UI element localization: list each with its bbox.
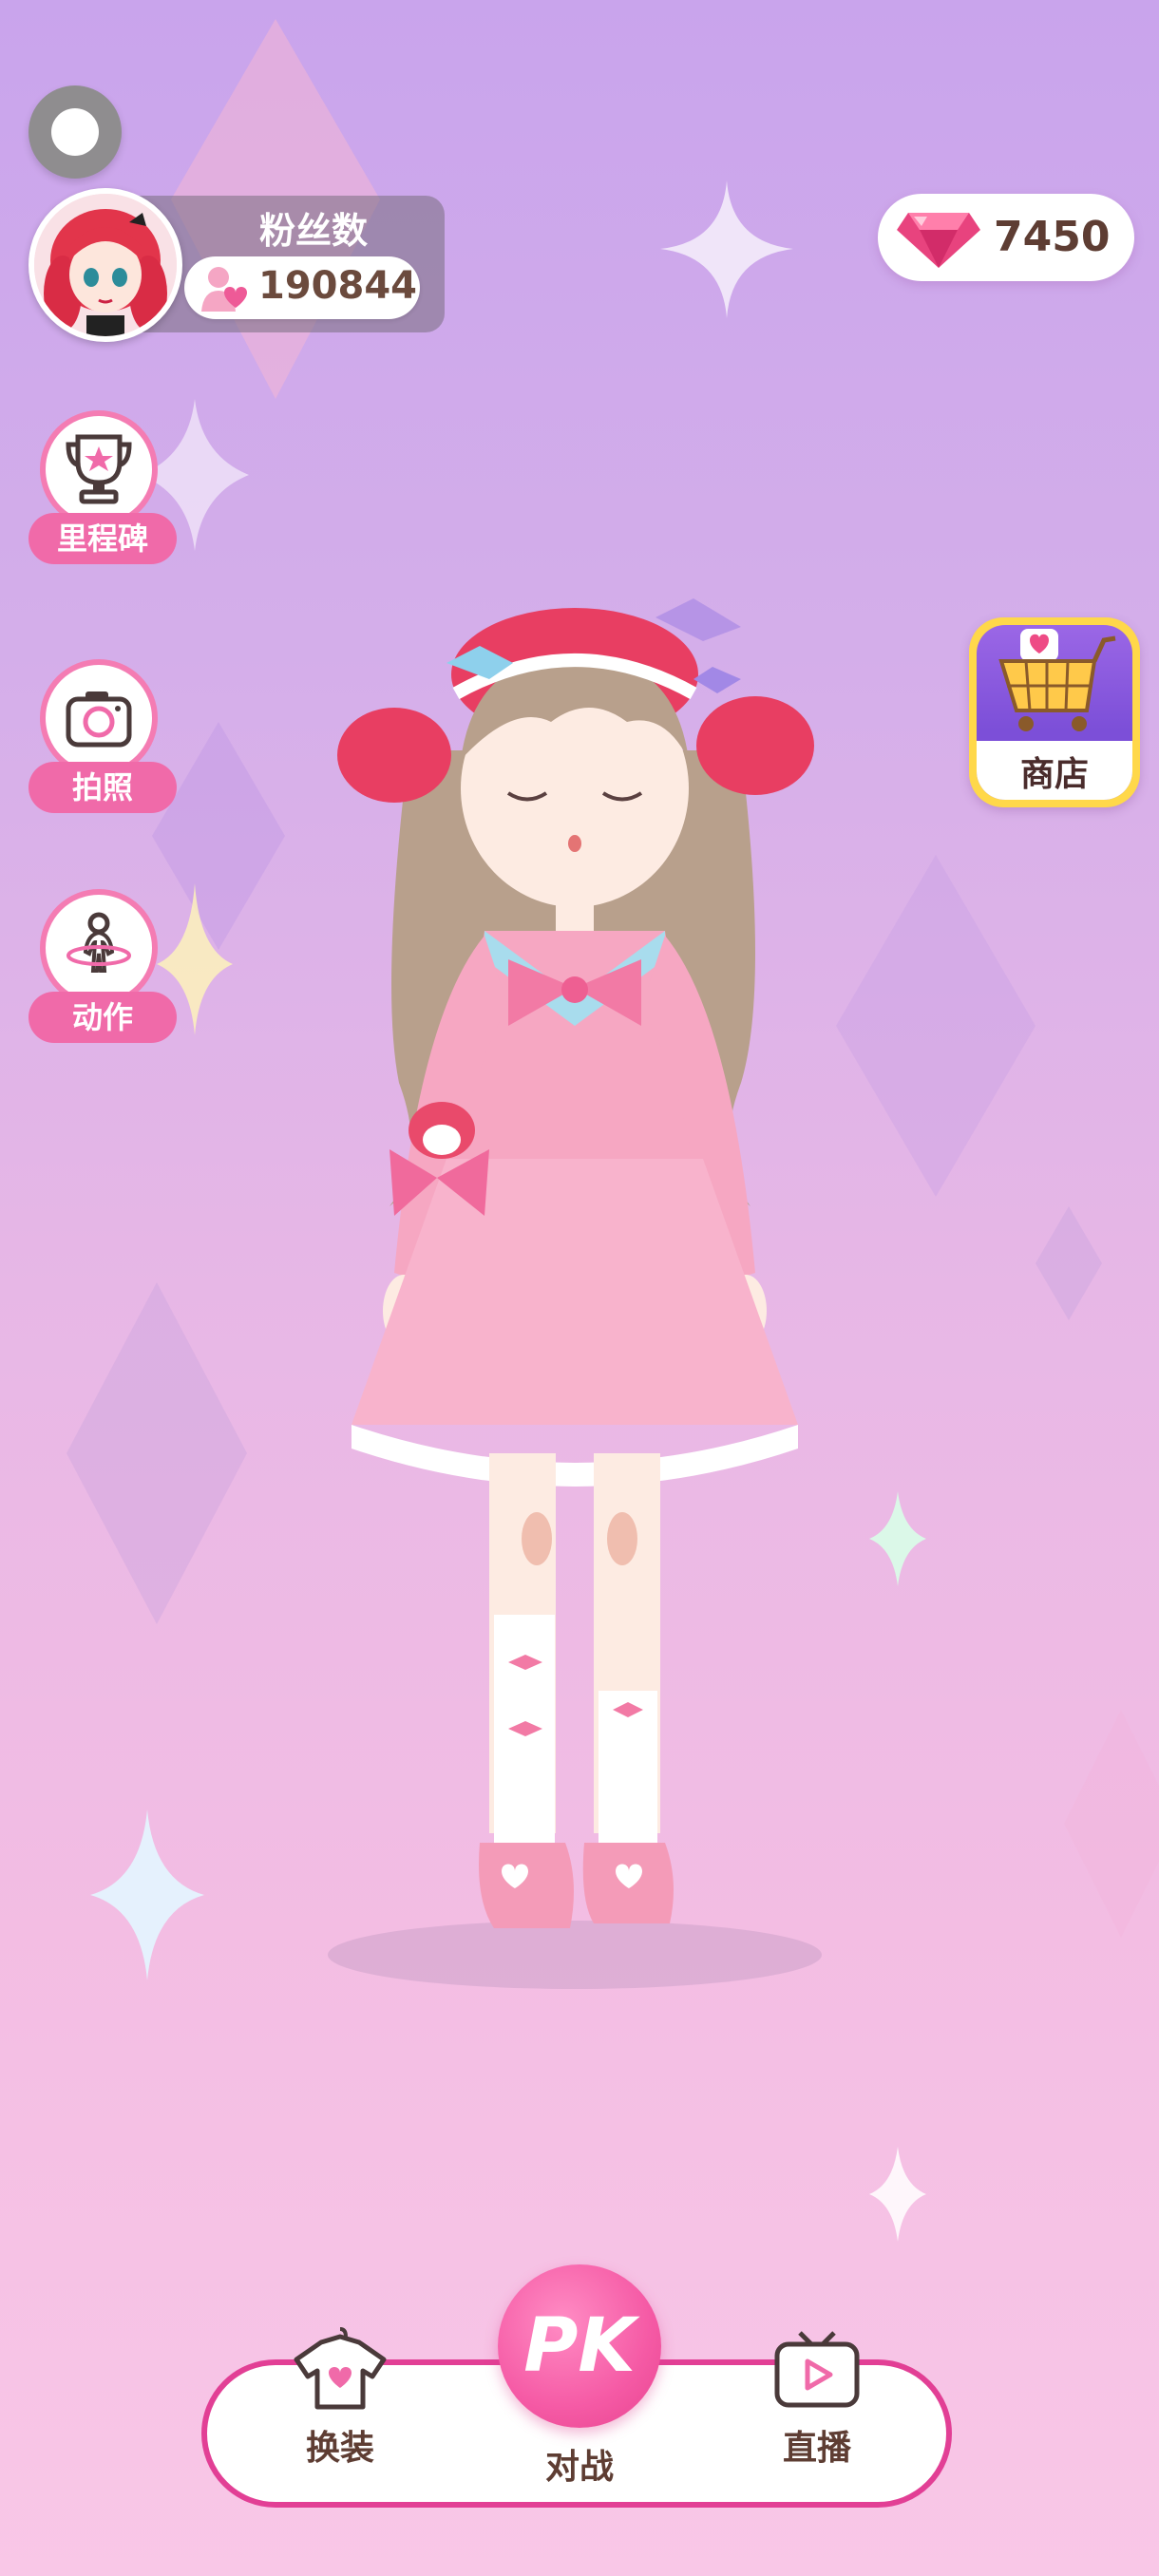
shop-label: 商店 bbox=[1019, 755, 1089, 794]
pose-label: 动作 bbox=[28, 992, 177, 1043]
character-doll[interactable] bbox=[304, 589, 846, 2014]
fans-count-pill: 190844 bbox=[184, 256, 420, 319]
shopping-cart-icon bbox=[998, 629, 1116, 731]
fans-count: 190844 bbox=[258, 264, 417, 308]
photo-label: 拍照 bbox=[28, 762, 177, 813]
camera-icon bbox=[66, 691, 132, 748]
tv-play-icon bbox=[774, 2331, 860, 2408]
fans-title: 粉丝数 bbox=[258, 210, 368, 252]
player-avatar[interactable] bbox=[28, 188, 182, 342]
settings-icon bbox=[51, 108, 99, 156]
battle-label: 对战 bbox=[544, 2448, 614, 2487]
live-stream-button[interactable]: 直播 bbox=[750, 2325, 884, 2506]
trophy-icon bbox=[66, 434, 132, 504]
gem-count: 7450 bbox=[994, 213, 1111, 261]
dress-up-button[interactable]: 换装 bbox=[274, 2325, 407, 2506]
dress-up-label: 换装 bbox=[305, 2429, 374, 2468]
shop-button[interactable]: 商店 bbox=[969, 617, 1140, 807]
photo-button[interactable]: 拍照 bbox=[28, 659, 177, 849]
fans-icon bbox=[201, 267, 247, 312]
gem-balance[interactable]: 7450 bbox=[878, 194, 1134, 281]
pk-battle-button[interactable]: PK bbox=[498, 2264, 661, 2428]
shirt-icon bbox=[294, 2327, 387, 2410]
avatar-portrait bbox=[34, 194, 177, 336]
milestone-button[interactable]: 里程碑 bbox=[28, 410, 177, 600]
live-label: 直播 bbox=[782, 2429, 851, 2468]
pose-icon bbox=[66, 912, 131, 973]
gem-icon bbox=[897, 213, 980, 268]
settings-button[interactable] bbox=[28, 85, 122, 179]
pose-button[interactable]: 动作 bbox=[28, 889, 177, 1079]
milestone-label: 里程碑 bbox=[28, 513, 177, 564]
